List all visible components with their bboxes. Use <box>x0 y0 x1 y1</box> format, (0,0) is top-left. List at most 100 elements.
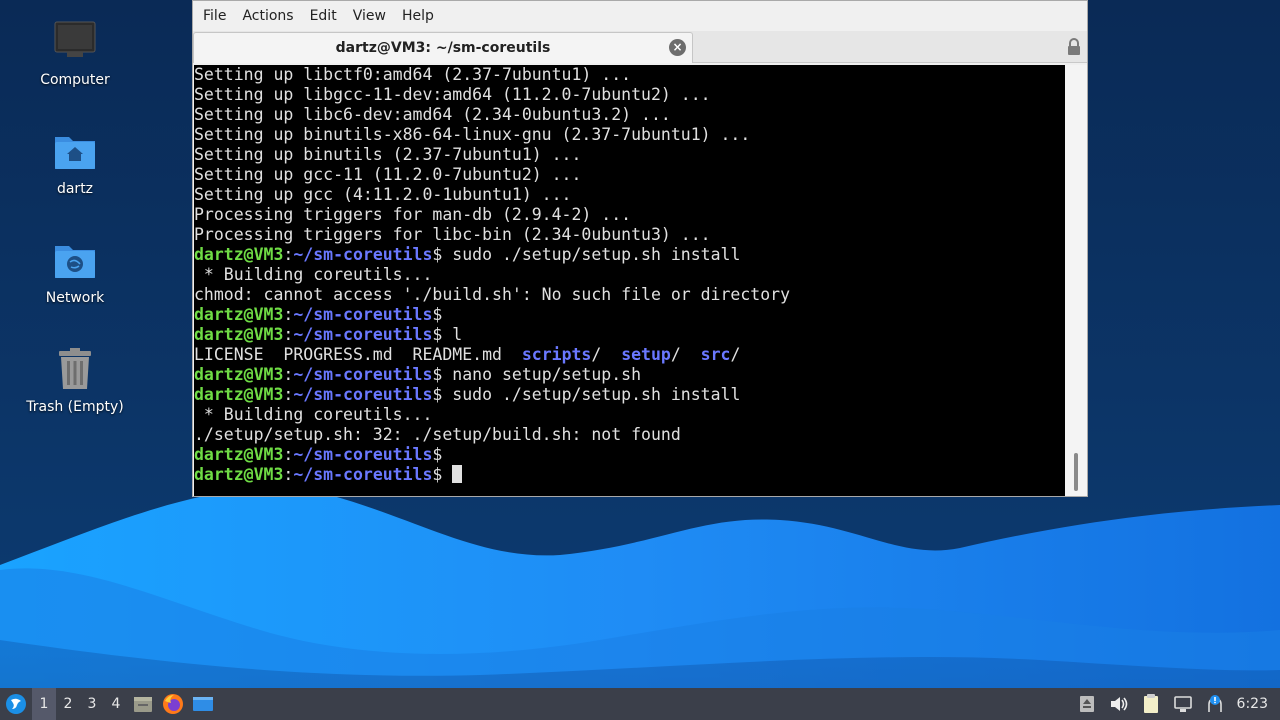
prompt-colon: : <box>283 385 294 404</box>
ls-sep: / <box>730 345 741 364</box>
prompt-end: $ <box>432 445 443 464</box>
ls-output-line: LICENSE PROGRESS.md README.md scripts/ s… <box>194 345 1066 365</box>
prompt-user: dartz@VM3 <box>194 385 284 404</box>
lock-icon[interactable] <box>1067 38 1081 56</box>
output-line: Setting up binutils-x86-64-linux-gnu (2.… <box>194 125 751 144</box>
output-line: chmod: cannot access './build.sh': No su… <box>194 285 791 304</box>
prompt-colon: : <box>283 325 294 344</box>
command-text: sudo ./setup/setup.sh install <box>442 245 741 264</box>
prompt-end: $ <box>432 365 443 384</box>
terminal-window[interactable]: File Actions Edit View Help dartz@VM3: ~… <box>192 0 1088 497</box>
prompt-end: $ <box>432 465 443 484</box>
prompt-colon: : <box>283 245 294 264</box>
firefox-launcher[interactable] <box>158 688 188 720</box>
output-line: Setting up gcc (4:11.2.0-1ubuntu1) ... <box>194 185 572 204</box>
update-notifier-button[interactable] <box>1199 688 1231 720</box>
prompt-line: dartz@VM3:~/sm-coreutils$ l <box>194 325 1066 345</box>
volume-button[interactable] <box>1103 688 1135 720</box>
network-button[interactable] <box>1167 688 1199 720</box>
prompt-line-active[interactable]: dartz@VM3:~/sm-coreutils$ <box>194 465 1066 485</box>
command-text <box>442 465 452 484</box>
desktop-icon-trash[interactable]: Trash (Empty) <box>20 345 130 415</box>
removable-media-button[interactable] <box>1071 688 1103 720</box>
menu-file[interactable]: File <box>195 8 234 24</box>
trash-icon <box>59 348 91 389</box>
close-icon[interactable]: × <box>669 39 686 56</box>
output-line: Processing triggers for libc-bin (2.34-0… <box>194 225 711 244</box>
ls-dir-scripts: scripts <box>521 345 592 364</box>
output-line: Setting up gcc-11 (11.2.0-7ubuntu2) ... <box>194 165 582 184</box>
workspace-1[interactable]: 1 <box>32 688 56 720</box>
output-line: Processing triggers for man-db (2.9.4-2)… <box>194 205 632 224</box>
tab-title: dartz@VM3: ~/sm-coreutils <box>335 40 551 56</box>
prompt-user: dartz@VM3 <box>194 365 284 384</box>
prompt-user: dartz@VM3 <box>194 465 284 484</box>
command-text: l <box>442 325 463 344</box>
show-desktop-button[interactable] <box>188 688 218 720</box>
prompt-line: dartz@VM3:~/sm-coreutils$ nano setup/set… <box>194 365 1066 385</box>
prompt-colon: : <box>283 445 294 464</box>
network-icon <box>1173 696 1192 712</box>
ls-sep: / <box>670 345 701 364</box>
output-line: Setting up libgcc-11-dev:amd64 (11.2.0-7… <box>194 85 711 104</box>
prompt-user: dartz@VM3 <box>194 325 284 344</box>
file-manager-icon <box>134 697 152 712</box>
scrollbar-thumb[interactable] <box>1074 453 1078 491</box>
menu-bar: File Actions Edit View Help <box>193 1 1087 31</box>
output-line: Setting up libc6-dev:amd64 (2.34-0ubuntu… <box>194 105 671 124</box>
workspace-4[interactable]: 4 <box>104 688 128 720</box>
prompt-line: dartz@VM3:~/sm-coreutils$ <box>194 305 1066 325</box>
prompt-end: $ <box>432 385 443 404</box>
prompt-path: ~/sm-coreutils <box>293 305 433 324</box>
output-line: ./setup/setup.sh: 32: ./setup/build.sh: … <box>194 425 681 444</box>
update-notifier-icon <box>1207 695 1222 712</box>
prompt-line: dartz@VM3:~/sm-coreutils$ <box>194 445 1066 465</box>
network-folder-icon <box>55 246 95 278</box>
prompt-colon: : <box>283 465 294 484</box>
text-cursor <box>452 465 463 483</box>
prompt-path: ~/sm-coreutils <box>293 245 433 264</box>
menu-view[interactable]: View <box>345 8 394 24</box>
removable-media-icon <box>1079 696 1094 712</box>
ls-sep: / <box>591 345 622 364</box>
clipboard-button[interactable] <box>1135 688 1167 720</box>
desktop-icon-label: Trash (Empty) <box>26 399 124 415</box>
clock[interactable]: 6:23 <box>1231 696 1280 712</box>
terminal-output[interactable]: Setting up libctf0:amd64 (2.37-7ubuntu1)… <box>194 65 1066 496</box>
start-menu-icon <box>6 694 26 714</box>
prompt-path: ~/sm-coreutils <box>293 445 433 464</box>
prompt-line: dartz@VM3:~/sm-coreutils$ sudo ./setup/s… <box>194 385 1066 405</box>
firefox-icon <box>163 694 183 714</box>
menu-help[interactable]: Help <box>394 8 442 24</box>
menu-edit[interactable]: Edit <box>302 8 345 24</box>
prompt-end: $ <box>432 245 443 264</box>
terminal-tab[interactable]: dartz@VM3: ~/sm-coreutils × <box>193 32 693 63</box>
ls-dir-src: src <box>700 345 731 364</box>
start-menu-button[interactable] <box>0 688 32 720</box>
tab-bar: dartz@VM3: ~/sm-coreutils × <box>193 31 1087 63</box>
prompt-user: dartz@VM3 <box>194 245 284 264</box>
output-line: * Building coreutils... <box>194 265 433 284</box>
file-manager-launcher[interactable] <box>128 688 158 720</box>
workspace-3[interactable]: 3 <box>80 688 104 720</box>
volume-icon <box>1110 697 1127 711</box>
ls-files: LICENSE PROGRESS.md README.md <box>194 345 522 364</box>
desktop-icon-home[interactable]: dartz <box>20 127 130 197</box>
show-desktop-icon <box>193 697 213 711</box>
scrollbar-track[interactable] <box>1065 65 1087 496</box>
desktop-icon-computer[interactable]: Computer <box>20 18 130 88</box>
prompt-path: ~/sm-coreutils <box>293 325 433 344</box>
prompt-user: dartz@VM3 <box>194 445 284 464</box>
home-folder-icon <box>55 137 95 169</box>
prompt-path: ~/sm-coreutils <box>293 385 433 404</box>
desktop-icon-network[interactable]: Network <box>20 236 130 306</box>
desktop-icon-label: dartz <box>56 181 94 197</box>
menu-actions[interactable]: Actions <box>234 8 301 24</box>
workspace-2[interactable]: 2 <box>56 688 80 720</box>
output-line: * Building coreutils... <box>194 405 433 424</box>
prompt-path: ~/sm-coreutils <box>293 465 433 484</box>
taskbar: 1 2 3 4 6:23 <box>0 688 1280 720</box>
prompt-end: $ <box>432 325 443 344</box>
computer-icon <box>54 21 96 57</box>
system-tray: 6:23 <box>1071 688 1280 720</box>
